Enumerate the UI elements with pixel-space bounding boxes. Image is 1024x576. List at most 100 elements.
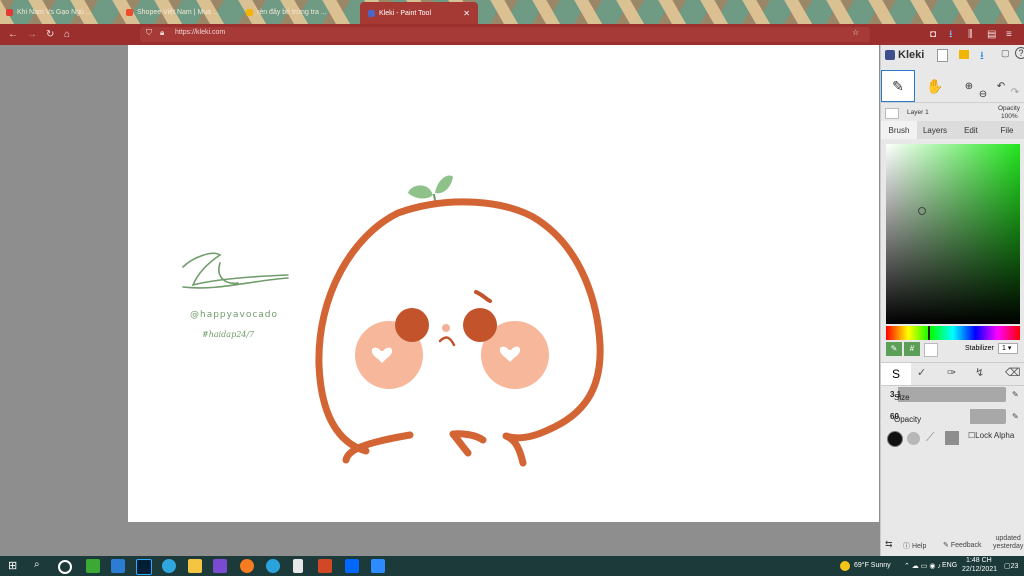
mail-icon[interactable] xyxy=(111,559,125,573)
tab-youtube[interactable]: Khi Nam Vs Gạo Ngủ ... xyxy=(6,2,116,22)
weather-text[interactable]: 69°F Sunny xyxy=(854,562,891,569)
brush-tip-soft-icon[interactable] xyxy=(907,432,920,445)
help-icon[interactable]: ? xyxy=(1015,47,1024,59)
size-slider[interactable]: Size 3.1 xyxy=(886,387,1006,402)
notification-count: 23 xyxy=(1010,563,1019,570)
forward-icon[interactable]: → xyxy=(27,28,37,41)
feedback-link[interactable]: ✎ Feedback xyxy=(943,541,982,549)
brush-tip-square-icon[interactable] xyxy=(945,431,959,445)
opacity-pressure-icon[interactable]: ✎ xyxy=(1012,412,1022,422)
clock-time[interactable]: 1:48 CH xyxy=(966,557,992,564)
new-file-icon[interactable] xyxy=(937,49,948,62)
file-explorer-icon[interactable] xyxy=(188,559,202,573)
edge-icon[interactable] xyxy=(162,559,176,573)
powerpoint-icon[interactable] xyxy=(318,559,332,573)
color-picker-cursor[interactable] xyxy=(918,207,926,215)
tab-kleki[interactable]: Kleki - Paint Tool ✕ xyxy=(360,2,478,24)
updated-when: yesterday xyxy=(993,543,1024,550)
search-icon xyxy=(246,8,253,16)
fullscreen-icon[interactable]: ▢ xyxy=(1001,48,1010,59)
layer-thumbnail xyxy=(885,108,899,119)
library-icon[interactable]: ⫼ xyxy=(968,28,973,41)
layer-name: Layer 1 xyxy=(907,109,929,116)
workspace: @happyavocado #haidap24/7 xyxy=(0,45,880,556)
layer-row[interactable]: Layer 1 Opacity 100% xyxy=(881,103,1024,123)
secondary-color-swatch[interactable] xyxy=(924,343,938,357)
eraser-icon[interactable]: ⌫ xyxy=(1005,366,1021,379)
stabilizer-select[interactable]: 1 ▾ xyxy=(998,343,1018,354)
back-icon[interactable]: ← xyxy=(8,28,18,41)
tab-brush[interactable]: Brush xyxy=(881,121,917,139)
shape-brush-icon[interactable]: ↯ xyxy=(975,366,984,379)
panel-footer: ⇆ ⓘ Help ✎ Feedback updated yesterday xyxy=(881,535,1024,555)
size-label: Size xyxy=(894,393,910,402)
address-bar[interactable]: ⛉ 🔒︎ https://kleki.com ☆ xyxy=(140,27,870,42)
hand-tool-button[interactable]: ✋ xyxy=(919,70,951,102)
hue-slider[interactable] xyxy=(886,326,1020,340)
kleki-icon xyxy=(885,50,895,60)
tab-title: Kleki - Paint Tool xyxy=(379,9,432,17)
weather-icon xyxy=(840,561,850,571)
redo-icon: ↷ xyxy=(1010,86,1020,98)
telegram-icon[interactable] xyxy=(266,559,280,573)
blend-brush-icon[interactable]: ✓ xyxy=(917,366,926,379)
size-pressure-icon[interactable]: ✎ xyxy=(1012,390,1022,400)
kleki-logo: Kleki xyxy=(885,49,924,61)
language-indicator[interactable]: ENG xyxy=(942,562,957,569)
app-icon[interactable] xyxy=(213,559,227,573)
swap-icon[interactable]: ⇆ xyxy=(885,539,893,550)
search-icon[interactable]: ⌕ xyxy=(34,559,48,573)
menu-icon[interactable]: ≡ xyxy=(1006,28,1012,41)
tab-search[interactable]: rèn đây bé trứng tra ... xyxy=(246,2,346,22)
notepad-icon[interactable] xyxy=(293,559,303,573)
eyedropper-icon[interactable]: ✎ xyxy=(886,342,902,356)
save-icon[interactable]: ⭳ xyxy=(980,47,984,66)
tray-icons[interactable]: ⌃ ☁ ▭ ◉ ♪ xyxy=(904,562,941,570)
youtube-icon xyxy=(6,8,13,16)
windows-start-icon[interactable]: ⊞ xyxy=(8,559,22,573)
camtasia-icon[interactable] xyxy=(86,559,100,573)
url-text[interactable]: https://kleki.com xyxy=(175,29,225,36)
stabilizer-label: Stabilizer xyxy=(965,345,994,352)
hex-input-icon[interactable]: # xyxy=(904,342,920,356)
firefox-icon[interactable] xyxy=(240,559,254,573)
tab-shopee[interactable]: Shopee Việt Nam | Mua ... xyxy=(126,2,236,22)
layer-opacity-label: Opacity xyxy=(998,105,1021,112)
brush-tip-hard-icon[interactable] xyxy=(887,431,903,447)
cortana-icon[interactable] xyxy=(58,560,72,574)
tab-layers[interactable]: Layers xyxy=(917,121,953,139)
lock-alpha-checkbox[interactable]: ☐Lock Alpha xyxy=(968,431,1014,440)
notification-icon[interactable]: ▢23 xyxy=(1004,562,1018,570)
sketchy-brush-icon[interactable]: ✑ xyxy=(947,366,956,379)
brush-tip-pen-icon[interactable]: ⟋ xyxy=(926,430,934,445)
pen-brush-icon[interactable]: S xyxy=(881,363,911,385)
hue-slider-handle[interactable] xyxy=(928,326,930,340)
photoshop-icon[interactable] xyxy=(136,559,152,575)
help-link[interactable]: ⓘ Help xyxy=(903,541,926,551)
close-icon[interactable]: ✕ xyxy=(463,9,470,18)
pocket-icon[interactable]: ◘ xyxy=(930,28,936,41)
opacity-label: Opacity xyxy=(894,415,922,424)
sidebar-icon[interactable]: ▤ xyxy=(987,28,996,41)
lock-icon[interactable]: 🔒︎ xyxy=(160,28,164,38)
shield-icon[interactable]: ⛉ xyxy=(146,28,152,38)
star-icon[interactable]: ☆ xyxy=(852,28,859,37)
changelog-link[interactable]: updated yesterday xyxy=(993,535,1023,551)
tab-edit[interactable]: Edit xyxy=(953,121,989,139)
download-icon[interactable]: ⭳ xyxy=(949,28,953,41)
reload-icon[interactable]: ↻ xyxy=(46,28,54,41)
tab-file[interactable]: File xyxy=(989,121,1024,139)
updated-label: updated xyxy=(995,535,1021,542)
tool-row: ✎ ✋ ⊕ ⊖ ↶ ↷ xyxy=(881,70,1024,103)
zoom-icon[interactable] xyxy=(371,559,385,573)
color-picker-area[interactable] xyxy=(886,144,1020,324)
open-folder-icon[interactable] xyxy=(959,50,969,59)
drawing-canvas[interactable]: @happyavocado #haidap24/7 xyxy=(128,45,879,522)
brush-tool-button[interactable]: ✎ xyxy=(881,70,915,102)
home-icon[interactable]: ⌂ xyxy=(64,28,70,41)
opacity-slider[interactable]: Opacity 60 xyxy=(886,409,1006,424)
zalo-icon[interactable] xyxy=(345,559,359,573)
browser-navbar: ← → ↻ ⌂ ⛉ 🔒︎ https://kleki.com ☆ ◘ ⭳ ⫼ ▤… xyxy=(0,24,1024,45)
artwork xyxy=(182,175,604,467)
clock-date[interactable]: 22/12/2021 xyxy=(962,566,997,573)
